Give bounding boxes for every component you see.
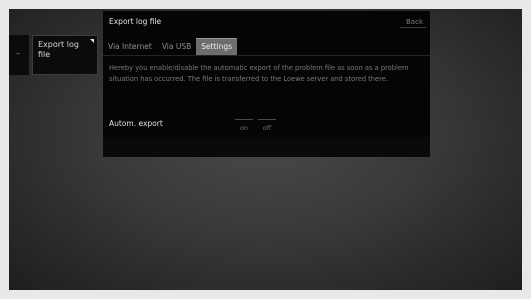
previous-item-glyph: – — [16, 49, 20, 58]
back-button[interactable]: Back — [406, 18, 423, 26]
menu-item-label: Export log file — [38, 40, 79, 59]
dialog-title: Export log file — [109, 17, 162, 26]
tab-via-internet[interactable]: Via Internet — [103, 38, 157, 55]
tab-via-usb[interactable]: Via USB — [157, 38, 196, 55]
option-off[interactable]: off — [258, 119, 276, 135]
tv-screen: – Export log file Export log file Back V… — [9, 9, 522, 290]
menu-item-previous[interactable]: – — [9, 35, 29, 75]
settings-description: Hereby you enable/disable the automatic … — [109, 64, 409, 83]
triangle-corner-icon — [90, 39, 94, 43]
menu-item-export-log-file[interactable]: Export log file — [32, 35, 98, 75]
tab-bar: Via Internet Via USB Settings — [103, 38, 238, 55]
tab-divider — [103, 55, 430, 56]
back-underline — [400, 27, 426, 28]
autom-export-setting: Autom. export on off — [109, 119, 309, 135]
dialog-footer — [103, 137, 430, 157]
tab-settings[interactable]: Settings — [196, 38, 238, 55]
export-log-dialog: Export log file Back Via Internet Via US… — [103, 11, 430, 157]
option-on[interactable]: on — [235, 119, 253, 135]
autom-export-label: Autom. export — [109, 119, 163, 128]
